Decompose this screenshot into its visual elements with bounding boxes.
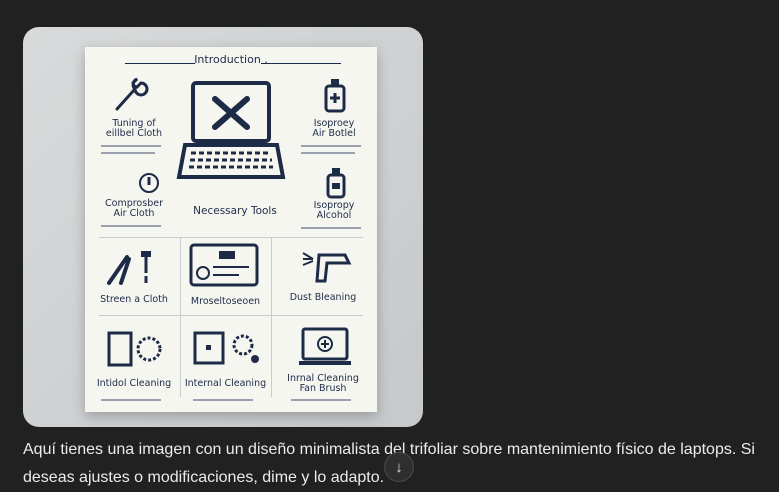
trifold-sheet: Introduction . Tuning of eillbel Cloth I… (85, 47, 377, 412)
internal-fan-icon (193, 331, 259, 365)
laptop-icon (176, 81, 286, 179)
cloth-icon (139, 173, 159, 193)
circuit-board-icon (189, 243, 259, 287)
scroll-down-button[interactable]: ↓ (384, 452, 414, 482)
label-row4-mid: Internal Cleaning (184, 378, 267, 389)
label-row4-right: Inrnal Cleaning Fan Brush (287, 373, 359, 394)
label-mid-right: Isopropy Alcohol (313, 200, 355, 221)
laptop-small-icon (299, 327, 351, 365)
pliers-icon (107, 251, 151, 285)
generated-image[interactable]: Introduction . Tuning of eillbel Cloth I… (23, 27, 423, 427)
label-top-right: Isoproey Air Botlel (312, 118, 356, 139)
fan-panel-icon (107, 331, 162, 367)
bottle-icon (324, 79, 346, 113)
alcohol-bottle-icon (326, 168, 346, 199)
label-row3-right: Dust Bleaning (289, 292, 357, 303)
label-row3-mid: Mroseltoseoen (190, 296, 261, 307)
intro-title: Introduction . (194, 53, 268, 66)
label-row3-left: Streen a Cloth (100, 294, 168, 305)
label-mid-left: Comprosber Air Cloth (105, 198, 163, 219)
label-top-left: Tuning of eillbel Cloth (105, 118, 163, 139)
blower-icon (302, 252, 352, 283)
label-center: Necessary Tools (193, 205, 277, 217)
arrow-down-icon: ↓ (395, 458, 403, 476)
label-row4-left: Intidol Cleaning (96, 378, 172, 389)
wrench-icon (115, 77, 149, 111)
